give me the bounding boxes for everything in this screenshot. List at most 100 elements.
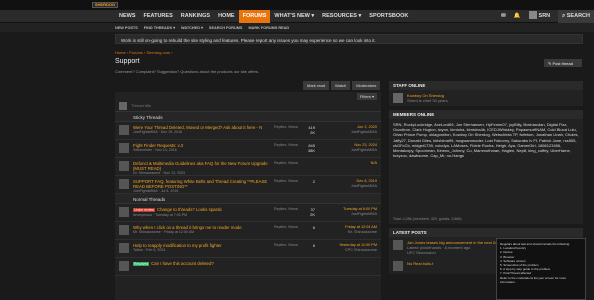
last-post-user[interactable]: JustFightsMMA <box>351 184 377 189</box>
envelope-icon[interactable]: ✉ <box>497 10 510 23</box>
last-post[interactable]: N/A <box>371 161 377 166</box>
thread-meta: JustFightsMMA · Jul 8, 2016 <box>133 189 179 193</box>
avatar <box>119 261 129 271</box>
thread-meta: JustFightsMMA · Dec 19, 2016 <box>133 130 183 134</box>
thread-stats-labels: Replies: Views: <box>274 243 299 247</box>
forum-tools: Mark read Watch Moderators <box>303 81 381 90</box>
site-logo[interactable]: SHERDOG <box>92 2 118 8</box>
sub-nav: NEW POSTS FIND THREADS ▾ WATCHED ▾ SEARC… <box>0 23 594 32</box>
table-row[interactable]: SUPPORT FAQ, featuring White Belts and T… <box>115 176 381 194</box>
thread-stats-labels: Replies: Views: <box>274 125 299 129</box>
avatar <box>119 161 129 171</box>
nav-forums[interactable]: FORUMS <box>238 9 271 23</box>
thread-list: Filters ▾ Thread title Sticky Threads We… <box>115 92 381 300</box>
thread-stats-labels: Replies: Views: <box>274 207 299 211</box>
thread-stats: 419 2K <box>303 125 315 135</box>
subnav-watched[interactable]: WATCHED ▾ <box>181 25 203 30</box>
filters-button[interactable]: Filters ▾ <box>356 93 377 100</box>
last-post-user[interactable]: Mr. Shinaussome <box>345 230 377 235</box>
latest-post-title[interactable]: No Real bullo.t <box>407 261 433 266</box>
post-thread-button[interactable]: ✎ Post thread <box>544 59 582 67</box>
thread-info: Fight Finder Requests: v.3 Sethmeister · … <box>133 143 273 153</box>
last-post-user[interactable]: JustFightsMMA <box>343 212 377 217</box>
thread-title-text[interactable]: Can I have this account deleted? <box>151 261 214 266</box>
table-row[interactable]: Were Your Thread Deleted, Moved or Merge… <box>115 122 381 140</box>
table-row[interactable]: Under review Change to threads? Looks spa… <box>115 204 381 222</box>
thread-title[interactable]: Defunct & Multimedia Guidelines aka FAQ … <box>133 161 273 171</box>
thread-title-input[interactable]: Thread title <box>131 103 151 108</box>
last-post-user[interactable]: CPC Shinaussome <box>339 248 377 253</box>
nav-sportsbook[interactable]: SPORTSBOOK <box>365 10 412 23</box>
nav-rankings[interactable]: RANKINGS <box>177 10 214 23</box>
thread-stats: 845 38K <box>303 143 315 153</box>
bell-icon[interactable]: 🔔 <box>510 10 525 23</box>
thread-stats: 6 <box>303 225 315 230</box>
last-post[interactable]: Nov 23, 2024 JustFightsMMA <box>351 143 377 153</box>
thread-info: Resolved Can I have this account deleted? <box>133 261 273 267</box>
mark-read-button[interactable]: Mark read <box>303 81 330 90</box>
latest-post-forum[interactable]: UFC Discussion <box>407 250 508 255</box>
thread-meta: Tallow · Feb 9, 2024 <box>133 248 166 252</box>
new-thread-row: Thread title <box>115 100 381 112</box>
nav-features[interactable]: FEATURES <box>140 10 177 23</box>
thread-stats-labels: Replies: Views: <box>274 161 299 165</box>
last-post[interactable]: Jun 2, 2020 JustFightsMMA <box>351 125 377 135</box>
thread-stats-labels: Replies: Views: <box>274 179 299 183</box>
subnav-find-threads[interactable]: FIND THREADS ▾ <box>144 25 175 30</box>
subnav-mark-read[interactable]: MARK FORUMS READ <box>248 26 289 30</box>
members-online-title: MEMBERS ONLINE <box>389 110 583 119</box>
nav-resources[interactable]: RESOURCES ▾ <box>318 10 365 23</box>
view-count: 38K <box>307 148 315 153</box>
table-row[interactable]: Defunct & Multimedia Guidelines aka FAQ … <box>115 158 381 176</box>
table-row[interactable]: Why when I click on a thread it brings m… <box>115 222 381 240</box>
thread-stats: 6 <box>303 243 315 248</box>
subnav-search-forums[interactable]: SEARCH FORUMS <box>209 26 243 30</box>
search-button[interactable]: ⌕ SEARCH <box>558 9 594 23</box>
top-bar: SHERDOG <box>0 0 594 10</box>
avatar <box>119 225 129 235</box>
thread-info: Why when I click on a thread it brings m… <box>133 225 273 235</box>
reply-count: 2 <box>312 179 315 184</box>
avatar <box>528 11 537 20</box>
last-post-user[interactable]: JustFightsMMA <box>351 148 377 153</box>
main-nav: NEWS FEATURES RANKINGS HOME FORUMS WHAT'… <box>0 9 594 23</box>
avatar <box>393 93 403 103</box>
staff-member[interactable]: Kowboy On Sherdog Sherd is chief 30 years <box>389 90 583 106</box>
avatar <box>119 179 129 189</box>
last-post-user[interactable]: JustFightsMMA <box>351 130 377 135</box>
thread-info: Help to reapply modification to my profi… <box>133 243 273 253</box>
filters: Filters ▾ <box>115 92 381 100</box>
moderators-button[interactable]: Moderators <box>352 81 381 90</box>
user-menu[interactable]: SRN <box>525 10 555 23</box>
subnav-new-posts[interactable]: NEW POSTS <box>115 26 138 30</box>
last-post-date[interactable]: N/A <box>371 161 377 166</box>
thread-stats-labels: Replies: Views: <box>274 225 299 229</box>
table-row[interactable]: Resolved Can I have this account deleted? <box>115 258 381 276</box>
last-post[interactable]: Friday at 12:04 AM Mr. Shinaussome <box>345 225 377 235</box>
avatar <box>119 101 127 110</box>
thread-stats: 2 <box>303 179 315 184</box>
help-popup: Regulars about last and should include t… <box>496 238 586 300</box>
table-row[interactable]: Help to reapply modification to my profi… <box>115 240 381 258</box>
thread-title[interactable]: Resolved Can I have this account deleted? <box>133 261 273 267</box>
thread-title-text[interactable]: SUPPORT FAQ, featuring White Belts and T… <box>133 179 267 189</box>
thread-info: Defunct & Multimedia Guidelines aka FAQ … <box>133 161 273 176</box>
last-post[interactable]: Dec 8, 2019 JustFightsMMA <box>351 179 377 189</box>
avatar <box>119 143 129 153</box>
thread-title-text[interactable]: Defunct & Multimedia Guidelines aka FAQ … <box>133 161 268 171</box>
nav-news[interactable]: NEWS <box>115 10 140 23</box>
watch-button[interactable]: Watch <box>331 81 351 90</box>
thread-title-text[interactable]: Change to threads? Looks spastic <box>157 207 222 212</box>
thread-title[interactable]: SUPPORT FAQ, featuring White Belts and T… <box>133 179 273 189</box>
thread-prefix-badge: Resolved <box>133 262 150 266</box>
breadcrumb[interactable]: Home › Forums › Sherdog.com › <box>115 50 173 55</box>
nav-whats-new[interactable]: WHAT'S NEW ▾ <box>270 10 318 23</box>
members-list[interactable]: SRN, RockyLockridge, AxeLord69, Jon Ster… <box>389 119 583 217</box>
nav-home[interactable]: HOME <box>214 10 239 23</box>
last-post[interactable]: Yesterday at 11:00 PM CPC Shinaussome <box>339 243 377 253</box>
members-total: Total: 4,286 (members: 420, guests: 3,86… <box>393 217 462 221</box>
thread-stats: 37 2K <box>303 207 315 217</box>
page-title: Support <box>115 58 140 65</box>
last-post[interactable]: Tuesday at 6:00 PM JustFightsMMA <box>343 207 377 217</box>
table-row[interactable]: Fight Finder Requests: v.3 Sethmeister · … <box>115 140 381 158</box>
